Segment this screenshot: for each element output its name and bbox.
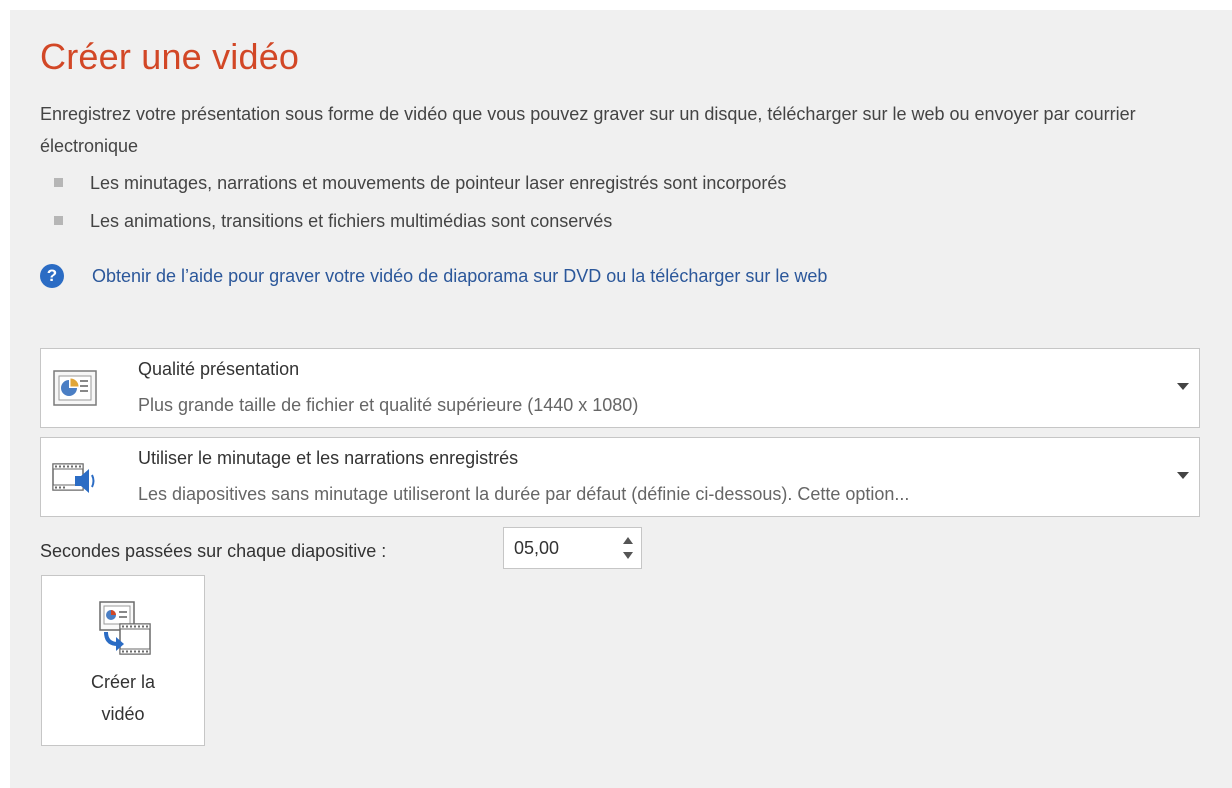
bullet-square-icon bbox=[54, 216, 63, 225]
quality-subtitle: Plus grande taille de fichier et qualité… bbox=[138, 395, 639, 415]
bullet-text: Les animations, transitions et fichiers … bbox=[90, 211, 613, 231]
timing-title: Utiliser le minutage et les narrations e… bbox=[138, 448, 519, 468]
chevron-down-icon[interactable] bbox=[1177, 383, 1189, 390]
create-video-label-line1: Créer la bbox=[90, 672, 156, 692]
bullet-text: Les minutages, narrations et mouvements … bbox=[90, 173, 787, 193]
spin-up-icon[interactable] bbox=[623, 537, 633, 544]
chevron-down-icon[interactable] bbox=[1177, 472, 1189, 479]
create-video-icon bbox=[99, 601, 151, 655]
page-description: Enregistrez votre présentation sous form… bbox=[40, 104, 1136, 156]
quality-dropdown[interactable]: Qualité présentation Plus grande taille … bbox=[40, 348, 1200, 428]
timing-dropdown[interactable]: Utiliser le minutage et les narrations e… bbox=[40, 437, 1200, 517]
page-title: Créer une vidéo bbox=[40, 36, 300, 77]
seconds-spinner[interactable] bbox=[503, 527, 642, 569]
create-video-button[interactable]: Créer la vidéo bbox=[41, 575, 205, 746]
presentation-quality-icon bbox=[53, 370, 97, 406]
seconds-label: Secondes passées sur chaque diapositive … bbox=[40, 541, 387, 561]
create-video-label: Créer la vidéo bbox=[42, 666, 204, 730]
timing-subtitle: Les diapositives sans minutage utilisero… bbox=[138, 484, 910, 504]
help-question-icon: ? bbox=[40, 264, 64, 288]
seconds-input[interactable] bbox=[514, 536, 604, 560]
quality-title: Qualité présentation bbox=[138, 359, 300, 379]
spin-down-icon[interactable] bbox=[623, 552, 633, 559]
create-video-label-line2: vidéo bbox=[101, 704, 145, 724]
timing-narration-icon bbox=[52, 463, 95, 493]
help-link-text[interactable]: Obtenir de l’aide pour graver votre vidé… bbox=[92, 262, 827, 290]
create-video-panel: Créer une vidéo Enregistrez votre présen… bbox=[10, 10, 1232, 788]
bullet-square-icon bbox=[54, 178, 63, 187]
